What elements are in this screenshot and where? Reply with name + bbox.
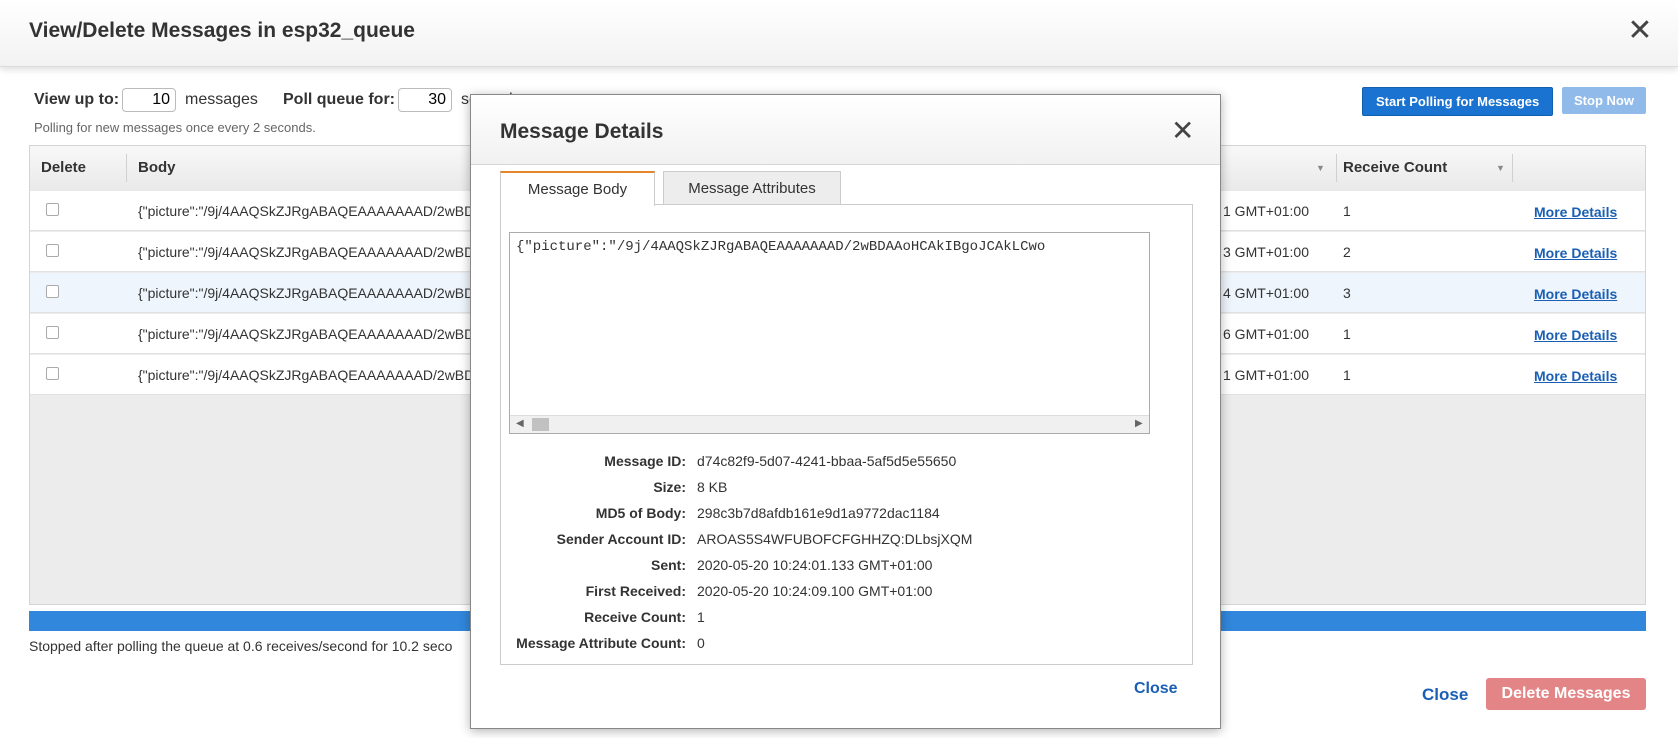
message-body-cell: {"picture":"/9j/4AAQSkZJRgABAQEAAAAAAAD/…: [138, 326, 498, 342]
modal-header: Message Details ✕: [471, 95, 1220, 165]
column-header-receive-count[interactable]: Receive Count: [1343, 159, 1447, 176]
receive-count-label: Receive Count:: [584, 609, 686, 625]
delete-messages-button[interactable]: Delete Messages: [1486, 678, 1646, 710]
sent-cell: 1 GMT+01:00: [1223, 203, 1309, 219]
sent-cell: 4 GMT+01:00: [1223, 285, 1309, 301]
sent-cell: 1 GMT+01:00: [1223, 367, 1309, 383]
sort-caret-icon[interactable]: ▼: [1316, 163, 1325, 173]
message-details-modal: Message Details ✕ Message Body Message A…: [470, 94, 1221, 729]
close-link[interactable]: Close: [1422, 685, 1468, 705]
poll-seconds-input[interactable]: [398, 88, 452, 112]
tab-message-body[interactable]: Message Body: [500, 171, 655, 206]
receive-count-cell: 2: [1343, 244, 1351, 260]
message-body-cell: {"picture":"/9j/4AAQSkZJRgABAQEAAAAAAAD/…: [138, 285, 498, 301]
modal-close-icon[interactable]: ✕: [1171, 117, 1194, 145]
column-divider: [1512, 154, 1513, 182]
more-details-link[interactable]: More Details: [1534, 286, 1617, 302]
modal-title: Message Details: [500, 120, 664, 143]
receive-count-cell: 3: [1343, 285, 1351, 301]
size-label: Size:: [653, 479, 686, 495]
view-up-to-input[interactable]: [122, 88, 176, 112]
delete-checkbox[interactable]: [46, 367, 59, 380]
scroll-right-icon[interactable]: ▶: [1135, 418, 1143, 429]
more-details-link[interactable]: More Details: [1534, 204, 1617, 220]
more-details-link[interactable]: More Details: [1534, 368, 1617, 384]
first-received-label: First Received:: [585, 583, 686, 599]
polling-note: Polling for new messages once every 2 se…: [34, 120, 316, 135]
dialog-header: View/Delete Messages in esp32_queue ✕: [0, 0, 1678, 67]
message-body-cell: {"picture":"/9j/4AAQSkZJRgABAQEAAAAAAAD/…: [138, 203, 498, 219]
md5-value: 298c3b7d8afdb161e9d1a9772dac1184: [697, 505, 940, 521]
sender-account-id-label: Sender Account ID:: [556, 531, 686, 547]
message-body-cell: {"picture":"/9j/4AAQSkZJRgABAQEAAAAAAAD/…: [138, 244, 498, 260]
receive-count-cell: 1: [1343, 326, 1351, 342]
horizontal-scrollbar[interactable]: ◀ ▶: [510, 415, 1149, 433]
sort-caret-icon[interactable]: ▼: [1496, 163, 1505, 173]
message-body-panel: {"picture":"/9j/4AAQSkZJRgABAQEAAAAAAAD/…: [500, 204, 1193, 665]
message-body-textarea[interactable]: {"picture":"/9j/4AAQSkZJRgABAQEAAAAAAAD/…: [509, 232, 1150, 434]
scroll-left-icon[interactable]: ◀: [516, 418, 524, 429]
receive-count-value: 1: [697, 609, 705, 625]
more-details-link[interactable]: More Details: [1534, 327, 1617, 343]
more-details-link[interactable]: More Details: [1534, 245, 1617, 261]
column-divider: [126, 154, 127, 182]
close-icon[interactable]: ✕: [1625, 16, 1655, 46]
sent-cell: 6 GMT+01:00: [1223, 326, 1309, 342]
stop-now-button: Stop Now: [1562, 87, 1646, 114]
start-polling-button[interactable]: Start Polling for Messages: [1362, 87, 1554, 116]
attribute-count-value: 0: [697, 635, 705, 651]
scrollbar-thumb[interactable]: [532, 418, 549, 431]
sender-account-id-value: AROAS5S4WFUBOFCFGHHZQ:DLbsjXQM: [697, 531, 973, 547]
receive-count-cell: 1: [1343, 367, 1351, 383]
polling-status-text: Stopped after polling the queue at 0.6 r…: [29, 638, 453, 654]
delete-checkbox[interactable]: [46, 203, 59, 216]
delete-checkbox[interactable]: [46, 244, 59, 257]
view-up-to-label: View up to:: [34, 91, 120, 108]
column-header-delete[interactable]: Delete: [41, 159, 86, 176]
sent-label: Sent:: [651, 557, 686, 573]
sent-cell: 3 GMT+01:00: [1223, 244, 1309, 260]
dialog-title: View/Delete Messages in esp32_queue: [29, 19, 415, 42]
column-header-body[interactable]: Body: [138, 159, 176, 176]
message-body-text: {"picture":"/9j/4AAQSkZJRgABAQEAAAAAAAD/…: [516, 239, 1046, 255]
delete-checkbox[interactable]: [46, 326, 59, 339]
attribute-count-label: Message Attribute Count:: [516, 635, 686, 651]
message-id-label: Message ID:: [604, 453, 686, 469]
md5-label: MD5 of Body:: [595, 505, 686, 521]
poll-queue-label: Poll queue for:: [283, 91, 395, 108]
receive-count-cell: 1: [1343, 203, 1351, 219]
size-value: 8 KB: [697, 479, 728, 495]
message-body-cell: {"picture":"/9j/4AAQSkZJRgABAQEAAAAAAAD/…: [138, 367, 498, 383]
sent-value: 2020-05-20 10:24:01.133 GMT+01:00: [697, 557, 933, 573]
first-received-value: 2020-05-20 10:24:09.100 GMT+01:00: [697, 583, 933, 599]
tab-message-attributes[interactable]: Message Attributes: [663, 171, 841, 205]
column-divider: [1336, 154, 1337, 182]
delete-checkbox[interactable]: [46, 285, 59, 298]
message-id-value: d74c82f9-5d07-4241-bbaa-5af5d5e55650: [697, 453, 957, 469]
messages-label: messages: [185, 91, 258, 108]
modal-close-link[interactable]: Close: [1134, 680, 1178, 698]
